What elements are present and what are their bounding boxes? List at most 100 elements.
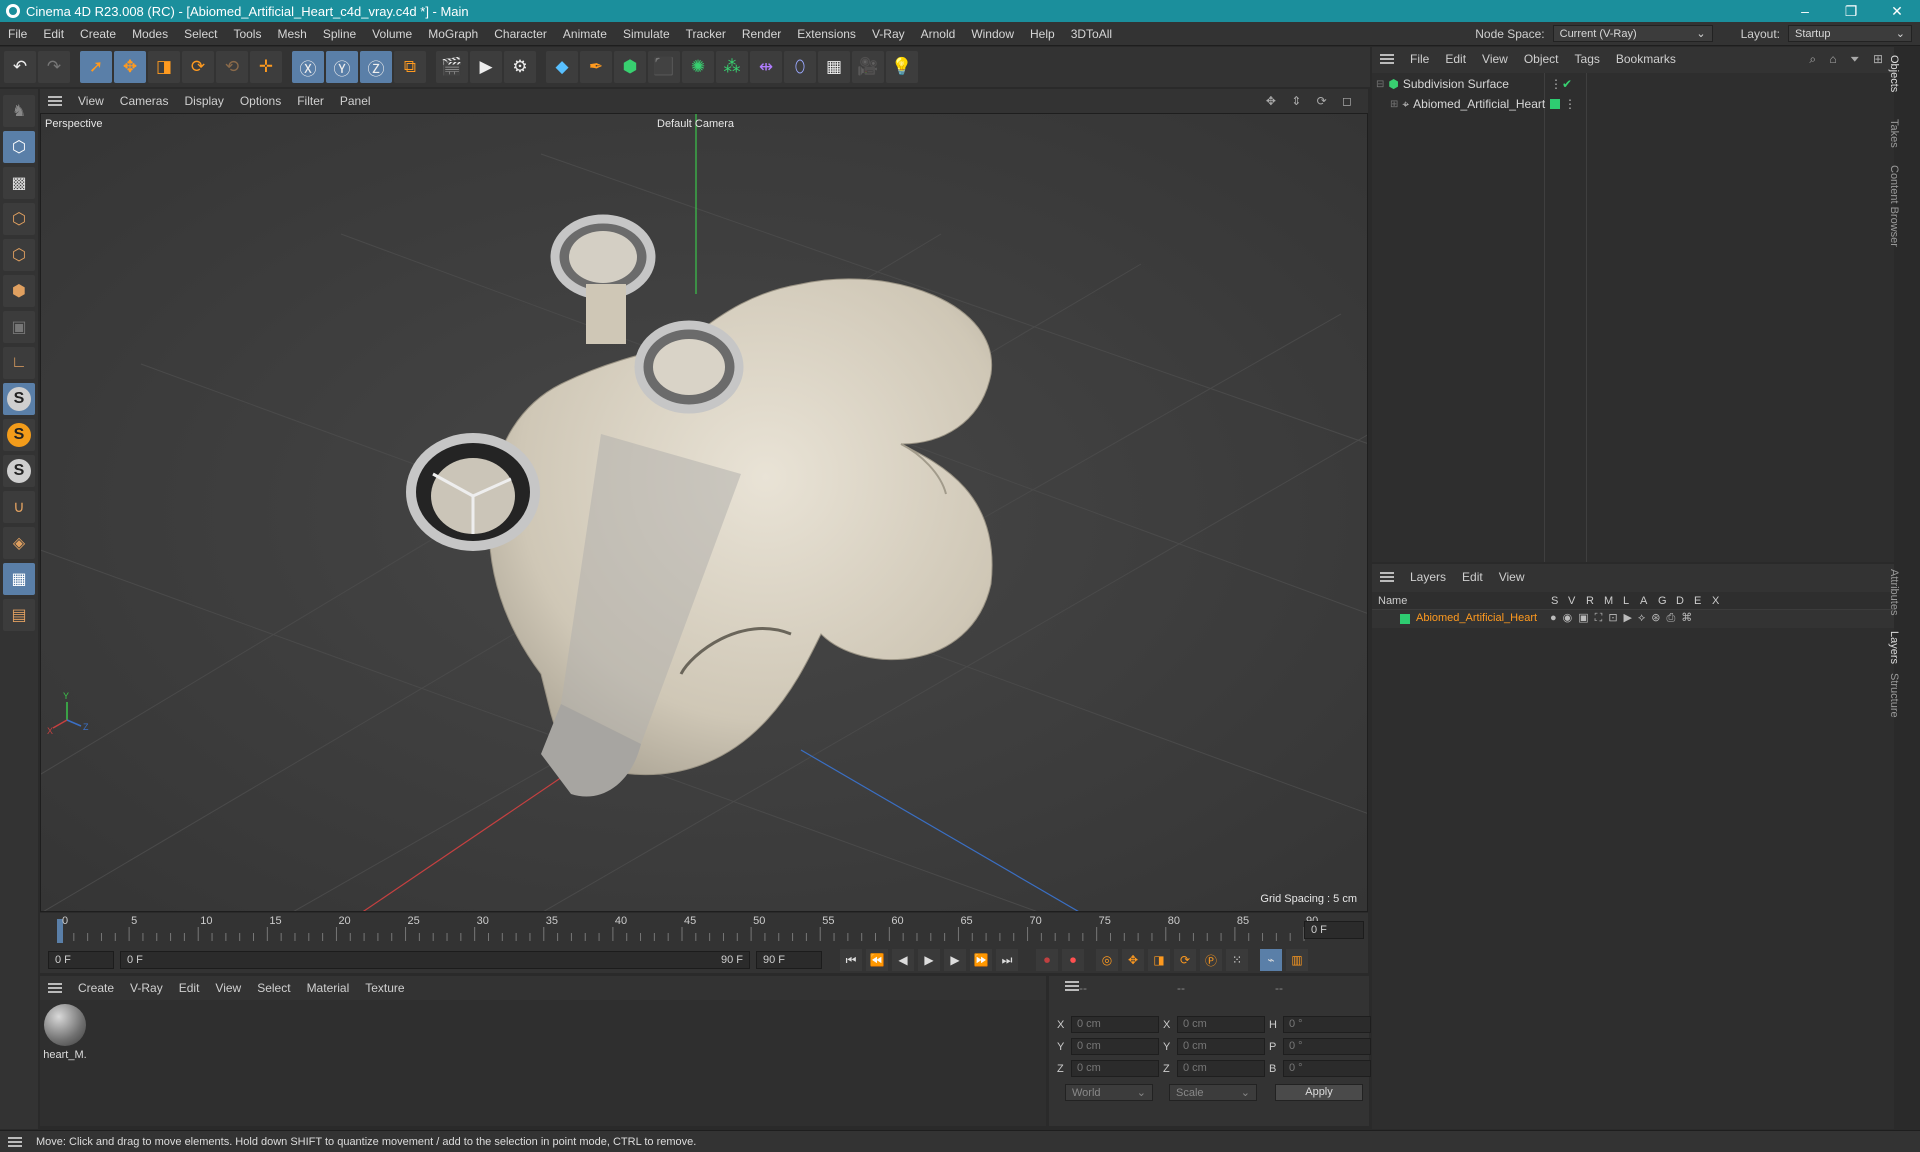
autokey-button[interactable]: ⏺ [1062, 949, 1084, 971]
menu-create[interactable]: Create [72, 27, 124, 41]
tab-layers[interactable]: Layers [1888, 631, 1900, 664]
menu-mesh[interactable]: Mesh [269, 27, 314, 41]
viewport-menu-display[interactable]: Display [176, 94, 231, 108]
hamburger-icon[interactable] [48, 96, 62, 106]
viewport-menu-options[interactable]: Options [232, 94, 289, 108]
tab-takes[interactable]: Takes [1888, 119, 1900, 148]
viewport-nav-icons[interactable]: ✥ ⇕ ⟳ ◻ [1266, 94, 1358, 108]
next-frame-button[interactable]: ▶ [944, 949, 966, 971]
menu-arnold[interactable]: Arnold [913, 27, 964, 41]
coordinate-system-button[interactable]: ⧉ [394, 51, 426, 83]
menu-modes[interactable]: Modes [124, 27, 176, 41]
menu-window[interactable]: Window [963, 27, 1022, 41]
start-frame-field[interactable]: 0 F [48, 951, 114, 969]
record-keys-button[interactable]: ⏺ [1036, 949, 1058, 971]
object-row[interactable]: ⊟ ⬢ Subdivision Surface ⋮ ✔ [1376, 75, 1886, 93]
previous-frame-button[interactable]: ◀ [892, 949, 914, 971]
tab-objects[interactable]: Objects [1888, 55, 1900, 92]
column-locked[interactable]: L [1623, 595, 1629, 607]
viewport-menu-cameras[interactable]: Cameras [112, 94, 177, 108]
apply-button[interactable]: Apply [1275, 1084, 1363, 1101]
viewport-menu-panel[interactable]: Panel [332, 94, 379, 108]
material-menu-texture[interactable]: Texture [357, 981, 412, 995]
column-render[interactable]: R [1586, 595, 1594, 607]
object-menu-tags[interactable]: Tags [1567, 52, 1608, 66]
select-tool-button[interactable]: ➚ [80, 51, 112, 83]
layer-menu-view[interactable]: View [1491, 570, 1533, 584]
workplane-lock-button[interactable]: ▤ [3, 599, 35, 631]
render-picture-viewer-button[interactable]: ▶ [470, 51, 502, 83]
play-button[interactable]: ▶ [918, 949, 940, 971]
column-view[interactable]: V [1568, 595, 1575, 607]
polygons-mode-button[interactable]: ⬢ [3, 275, 35, 307]
minimize-button[interactable]: – [1782, 0, 1828, 22]
menu-simulate[interactable]: Simulate [615, 27, 678, 41]
go-to-start-button[interactable]: ⏮ [840, 949, 862, 971]
scale-tool-button[interactable]: ◨ [148, 51, 180, 83]
subdivision-generator-button[interactable]: ⬢ [614, 51, 646, 83]
grid-button[interactable]: ▦ [3, 563, 35, 595]
maximize-button[interactable]: ❐ [1828, 0, 1874, 22]
model-mode-button[interactable]: ⬡ [3, 131, 35, 163]
material-menu-edit[interactable]: Edit [171, 981, 208, 995]
size-x-field[interactable]: 0 cm [1177, 1016, 1265, 1033]
current-frame-field[interactable]: 0 F [1304, 921, 1364, 939]
column-expressions[interactable]: E [1694, 595, 1701, 607]
make-editable-button[interactable]: ♞ [3, 95, 35, 127]
expand-toggle-icon[interactable]: ⊟ [1376, 79, 1384, 90]
object-menu-object[interactable]: Object [1516, 52, 1567, 66]
menu-file[interactable]: File [0, 27, 35, 41]
material-menu-view[interactable]: View [207, 981, 249, 995]
material-menu-create[interactable]: Create [70, 981, 122, 995]
workplane-snap-button[interactable]: S [3, 455, 35, 487]
render-view-button[interactable]: 🎬 [436, 51, 468, 83]
menu-help[interactable]: Help [1022, 27, 1063, 41]
rotation-h-field[interactable]: 0 ° [1283, 1016, 1371, 1033]
floor-button[interactable]: ▦ [818, 51, 850, 83]
position-x-field[interactable]: 0 cm [1071, 1016, 1159, 1033]
size-z-field[interactable]: 0 cm [1177, 1060, 1265, 1077]
previous-key-button[interactable]: ⏪ [866, 949, 888, 971]
edges-mode-button[interactable]: ⬡ [3, 239, 35, 271]
hamburger-icon[interactable] [1065, 981, 1079, 991]
object-row[interactable]: ⊞ ⌖ Abiomed_Artificial_Heart ⋮ [1390, 95, 1886, 113]
viewport-menu-filter[interactable]: Filter [289, 94, 332, 108]
magnet-button[interactable]: ∪ [3, 491, 35, 523]
visibility-dots-icon[interactable]: ⋮ [1564, 97, 1576, 111]
hamburger-icon[interactable] [8, 1136, 22, 1147]
menu-spline[interactable]: Spline [315, 27, 364, 41]
axis-mode-button[interactable]: ∟ [3, 347, 35, 379]
material-menu-material[interactable]: Material [299, 981, 358, 995]
key-scale-button[interactable]: ◨ [1148, 949, 1170, 971]
position-y-field[interactable]: 0 cm [1071, 1038, 1159, 1055]
camera-name[interactable]: Default Camera [657, 118, 734, 130]
key-position-button[interactable]: ✥ [1122, 949, 1144, 971]
layer-menu-edit[interactable]: Edit [1454, 570, 1491, 584]
menu-mograph[interactable]: MoGraph [420, 27, 486, 41]
undo-button[interactable]: ↶ [4, 51, 36, 83]
menu-select[interactable]: Select [176, 27, 225, 41]
rotation-b-field[interactable]: 0 ° [1283, 1060, 1371, 1077]
key-parameter-button[interactable]: Ⓟ [1200, 949, 1222, 971]
key-rotation-button[interactable]: ⟳ [1174, 949, 1196, 971]
menu-edit[interactable]: Edit [35, 27, 72, 41]
mograph-button[interactable]: ⁂ [716, 51, 748, 83]
frame-range-slider[interactable]: 0 F 90 F [120, 951, 750, 969]
texture-mode-button[interactable]: ▩ [3, 167, 35, 199]
menu-animate[interactable]: Animate [555, 27, 615, 41]
field-button[interactable]: ⬯ [784, 51, 816, 83]
hamburger-icon[interactable] [1380, 54, 1394, 64]
material-menu-select[interactable]: Select [249, 981, 298, 995]
column-animation[interactable]: A [1640, 595, 1647, 607]
layer-toggle-icons[interactable]: ●◉▣⛶⊡▶⟡⊛⎙⌘ [1550, 611, 1698, 625]
menu-3dtoall[interactable]: 3DToAll [1063, 27, 1120, 41]
layer-row[interactable]: Abiomed_Artificial_Heart ●◉▣⛶⊡▶⟡⊛⎙⌘ [1372, 610, 1894, 628]
object-menu-file[interactable]: File [1402, 52, 1437, 66]
node-space-dropdown[interactable]: Current (V-Ray) ⌄ [1552, 25, 1713, 42]
next-key-button[interactable]: ⏩ [970, 949, 992, 971]
object-search-filter-icons[interactable]: ⌕ ⌂ ⏷ ⊞ [1809, 52, 1888, 67]
move-tool-button[interactable]: ✥ [114, 51, 146, 83]
timeline-window-button[interactable]: ⌁ [1260, 949, 1282, 971]
hamburger-icon[interactable] [1380, 572, 1394, 582]
end-frame-field[interactable]: 90 F [756, 951, 822, 969]
